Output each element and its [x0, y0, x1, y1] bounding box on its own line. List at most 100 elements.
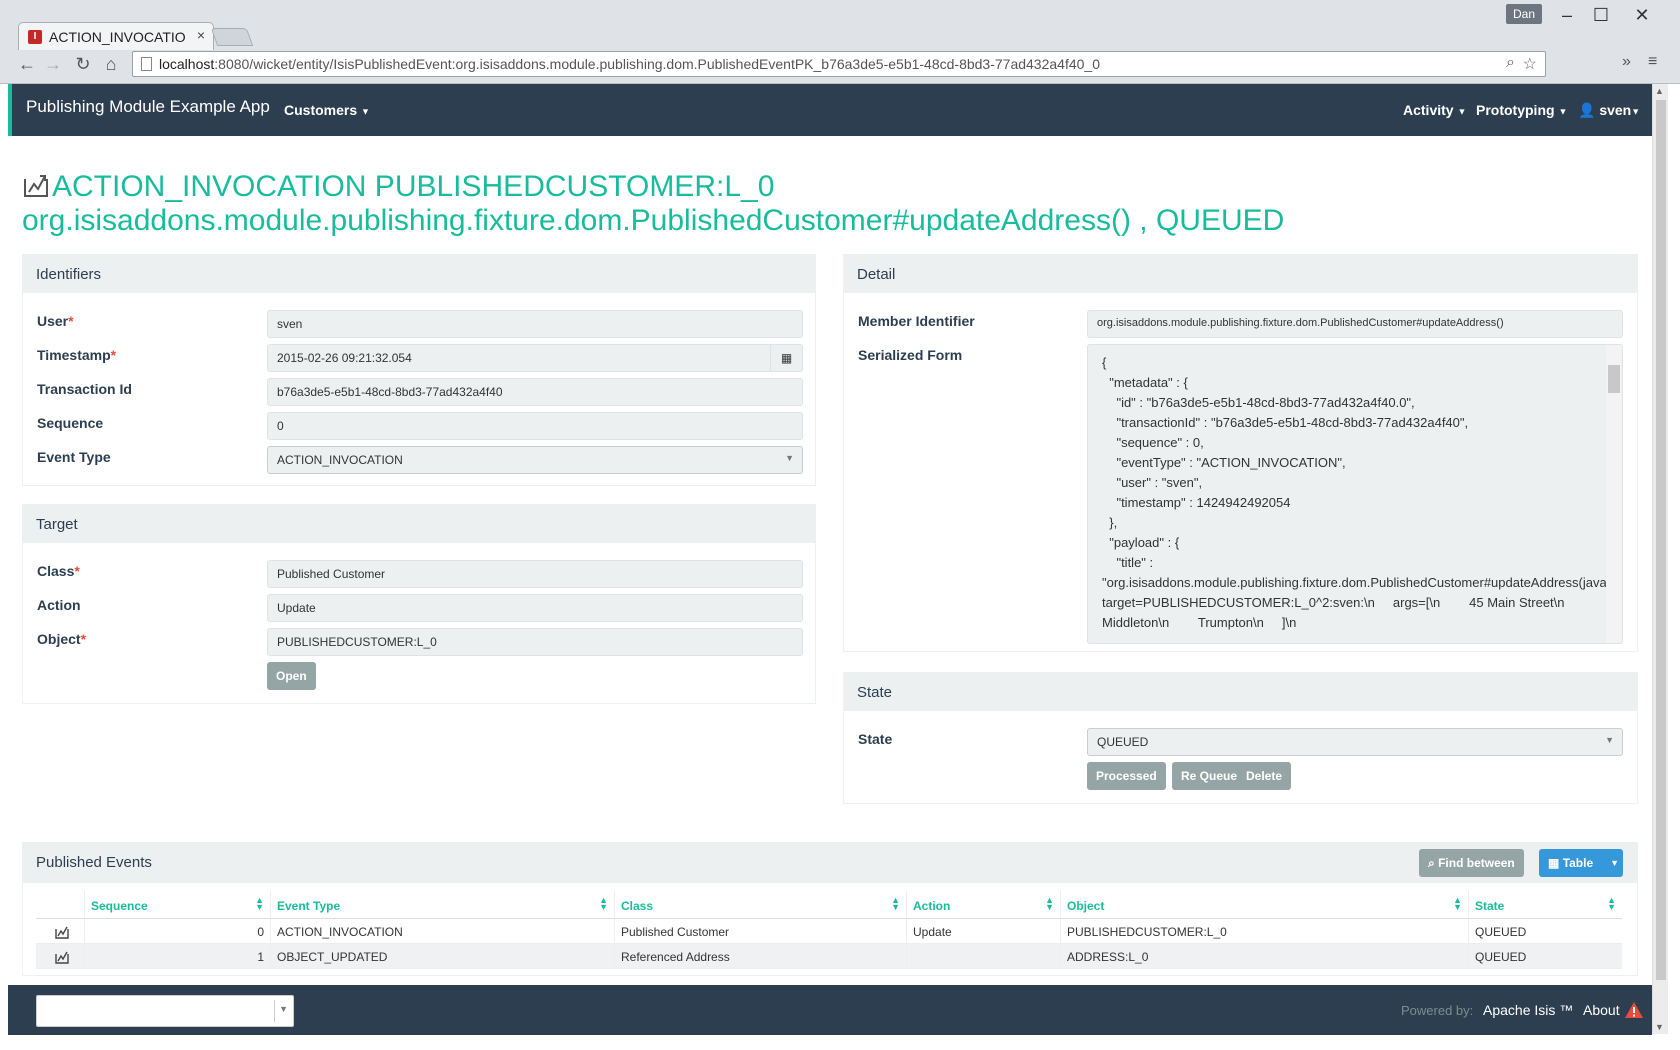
column-class[interactable]: Class ▲ ▼ — [614, 891, 906, 919]
zoom-icon[interactable]: ⌕ — [1506, 54, 1515, 72]
table-row[interactable]: 0 ACTION_INVOCATION Published Customer U… — [36, 919, 1622, 944]
delete-button[interactable]: Delete — [1237, 762, 1292, 790]
event-type-select[interactable]: ACTION_INVOCATION ▼ — [267, 446, 803, 474]
requeue-button[interactable]: Re Queue — [1172, 762, 1247, 790]
app-navbar: Publishing Module Example App Customers … — [8, 84, 1652, 136]
browser-user-chip[interactable]: Dan — [1506, 4, 1542, 24]
minimize-icon[interactable]: – — [1552, 2, 1582, 28]
page-title-line1: ACTION_INVOCATION PUBLISHEDCUSTOMER:L_0 — [52, 170, 775, 203]
column-event-type-label: Event Type — [277, 899, 341, 913]
caret-down-icon: ▼ — [1631, 106, 1641, 117]
menu-user-label: sven — [1599, 102, 1632, 118]
dropdown-arrow-icon: ▼ — [279, 1004, 288, 1014]
open-button[interactable]: Open — [267, 662, 316, 690]
menu-icon[interactable]: ≡ — [1648, 53, 1657, 71]
find-between-button[interactable]: ⌕ Find between — [1419, 849, 1524, 877]
open-event-icon[interactable] — [54, 924, 70, 940]
caret-down-icon[interactable]: ▼ — [1610, 849, 1619, 877]
menu-activity[interactable]: Activity ▼ — [1403, 102, 1466, 118]
textarea-scrollbar[interactable] — [1606, 345, 1622, 643]
app-brand[interactable]: Publishing Module Example App — [26, 97, 270, 117]
cell-object: ADDRESS:L_0 — [1060, 944, 1468, 969]
detail-heading: Detail — [844, 255, 1637, 293]
column-object-label: Object — [1067, 899, 1105, 913]
column-state[interactable]: State ▲ ▼ — [1468, 891, 1622, 919]
page-title: ACTION_INVOCATION PUBLISHEDCUSTOMER:L_0 … — [22, 170, 1284, 238]
maximize-icon[interactable]: ☐ — [1586, 2, 1616, 28]
cell-state: QUEUED — [1468, 944, 1622, 969]
app-footer: ▼ Powered by: Apache Isis ™ About — [8, 985, 1652, 1035]
action-field[interactable]: Update — [267, 594, 803, 622]
user-field[interactable]: sven — [267, 310, 803, 338]
warning-icon[interactable] — [1624, 1001, 1644, 1019]
scroll-up-icon[interactable]: ▲ — [1655, 86, 1664, 96]
identifiers-panel: Identifiers User* sven Timestamp* 2015-0… — [22, 254, 816, 486]
sort-icon[interactable]: ▲ ▼ — [1607, 896, 1616, 912]
cell-event-type: OBJECT_UPDATED — [270, 944, 614, 969]
apache-isis-link[interactable]: Apache Isis ™ — [1483, 1002, 1573, 1018]
dropdown-arrow-icon: ▼ — [1605, 735, 1614, 745]
column-class-label: Class — [621, 899, 654, 913]
scrollbar-thumb[interactable] — [1656, 100, 1666, 980]
member-identifier-label: Member Identifier — [858, 313, 975, 329]
detail-panel: Detail Member Identifier org.isisaddons.… — [843, 254, 1638, 652]
url-text[interactable]: localhost:8080/wicket/entity/IsisPublish… — [159, 56, 1100, 72]
open-event-icon[interactable] — [54, 949, 70, 965]
sort-icon[interactable]: ▲ ▼ — [599, 896, 608, 912]
favicon-icon: I — [28, 30, 42, 44]
processed-button[interactable]: Processed — [1087, 762, 1166, 790]
event-type-value: ACTION_INVOCATION — [277, 453, 403, 467]
state-heading: State — [844, 673, 1637, 711]
menu-prototyping[interactable]: Prototyping ▼ — [1476, 102, 1567, 118]
cell-action — [906, 944, 1060, 969]
sort-icon[interactable]: ▲ ▼ — [1045, 896, 1054, 912]
state-value: QUEUED — [1097, 735, 1149, 749]
reload-icon[interactable]: ↻ — [72, 52, 94, 76]
timestamp-value: 2015-02-26 09:21:32.054 — [277, 351, 412, 365]
class-field[interactable]: Published Customer — [267, 560, 803, 588]
state-select[interactable]: QUEUED ▼ — [1087, 728, 1623, 756]
class-label: Class* — [37, 563, 80, 579]
tab-close-icon[interactable]: × — [197, 27, 205, 43]
table-row[interactable]: 1 OBJECT_UPDATED Referenced Address ADDR… — [36, 944, 1622, 969]
cell-state: QUEUED — [1468, 919, 1622, 944]
sequence-field[interactable]: 0 — [267, 412, 803, 440]
table-view-button[interactable]: ▦ Table ▼ — [1539, 849, 1623, 877]
column-object[interactable]: Object ▲ ▼ — [1060, 891, 1468, 919]
caret-down-icon: ▼ — [1457, 106, 1467, 117]
target-panel: Target Class* Published Customer Action … — [22, 504, 816, 704]
footer-select[interactable]: ▼ — [36, 995, 294, 1027]
menu-user[interactable]: 👤 sven▼ — [1578, 102, 1640, 119]
timestamp-field[interactable]: 2015-02-26 09:21:32.054 ▦ — [267, 344, 803, 372]
column-event-type[interactable]: Event Type ▲ ▼ — [270, 891, 614, 919]
bookmark-star-icon[interactable]: ☆ — [1523, 54, 1537, 74]
browser-tab[interactable]: I ACTION_INVOCATIO × — [18, 22, 214, 50]
forward-icon[interactable]: → — [42, 52, 64, 76]
menu-customers[interactable]: Customers ▼ — [284, 102, 370, 118]
column-action[interactable]: Action ▲ ▼ — [906, 891, 1060, 919]
back-icon[interactable]: ← — [16, 52, 38, 76]
window-close-icon[interactable]: ✕ — [1622, 2, 1662, 28]
sort-icon[interactable]: ▲ ▼ — [1453, 896, 1462, 912]
member-identifier-field[interactable]: org.isisaddons.module.publishing.fixture… — [1087, 310, 1623, 338]
sort-icon[interactable]: ▲ ▼ — [891, 896, 900, 912]
page-scrollbar[interactable]: ▲ ▼ — [1652, 84, 1668, 1034]
about-link[interactable]: About — [1583, 1002, 1620, 1018]
calendar-icon[interactable]: ▦ — [770, 345, 802, 371]
transaction-id-field[interactable]: b76a3de5-e5b1-48cd-8bd3-77ad432a4f40 — [267, 378, 803, 406]
sort-icon[interactable]: ▲ ▼ — [255, 896, 264, 912]
serialized-form-textarea[interactable]: { "metadata" : { "id" : "b76a3de5-e5b1-4… — [1087, 344, 1623, 644]
textarea-scroll-thumb[interactable] — [1608, 365, 1620, 393]
caret-down-icon: ▼ — [361, 106, 370, 117]
object-field[interactable]: PUBLISHEDCUSTOMER:L_0 — [267, 628, 803, 656]
address-bar[interactable]: localhost:8080/wicket/entity/IsisPublish… — [132, 51, 1546, 77]
scroll-down-icon[interactable]: ▼ — [1655, 1022, 1664, 1032]
serialized-form-text: { "metadata" : { "id" : "b76a3de5-e5b1-4… — [1102, 355, 1622, 630]
extensions-chevron-icon[interactable]: » — [1622, 53, 1631, 71]
table-view-label: Table — [1562, 856, 1594, 870]
column-sequence[interactable]: Sequence ▲ ▼ — [84, 891, 270, 919]
user-icon: 👤 — [1578, 102, 1596, 118]
home-icon[interactable]: ⌂ — [100, 52, 122, 76]
cell-object: PUBLISHEDCUSTOMER:L_0 — [1060, 919, 1468, 944]
new-tab-button[interactable] — [210, 28, 254, 46]
